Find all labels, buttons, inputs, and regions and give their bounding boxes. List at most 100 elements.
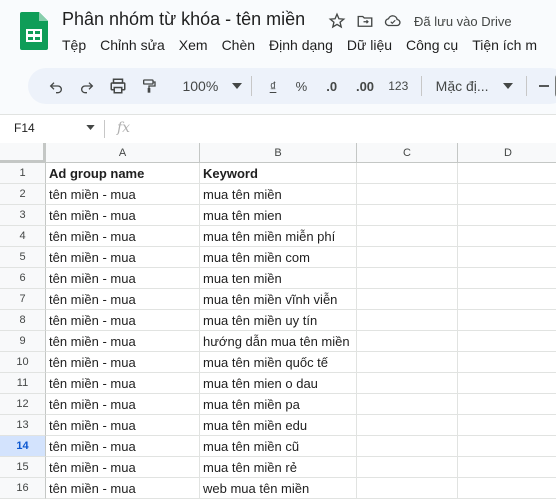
cell-c[interactable] — [357, 184, 458, 205]
row-header[interactable]: 13 — [0, 415, 46, 436]
cell-b[interactable]: mua tên miền uy tín — [200, 310, 357, 331]
cell-d[interactable] — [458, 394, 556, 415]
column-header-b[interactable]: B — [200, 143, 357, 163]
cell-b[interactable]: web mua tên miền — [200, 478, 357, 499]
cell-c[interactable] — [357, 226, 458, 247]
cell-a[interactable]: tên miền - mua — [46, 205, 200, 226]
zoom-dropdown-icon[interactable] — [228, 72, 246, 100]
menu-item-insert[interactable]: Chèn — [222, 37, 262, 53]
undo-icon[interactable] — [42, 72, 71, 100]
row-header[interactable]: 11 — [0, 373, 46, 394]
cell-a[interactable]: Ad group name — [46, 163, 200, 184]
cell-a[interactable]: tên miền - mua — [46, 331, 200, 352]
column-header-d[interactable]: D — [458, 143, 556, 163]
cell-b[interactable]: mua tên miền vĩnh viễn — [200, 289, 357, 310]
menu-item-tools[interactable]: Công cụ — [406, 37, 465, 53]
menu-item-data[interactable]: Dữ liệu — [347, 37, 399, 53]
cell-a[interactable]: tên miền - mua — [46, 289, 200, 310]
cell-d[interactable] — [458, 352, 556, 373]
menu-item-view[interactable]: Xem — [179, 37, 215, 53]
cell-c[interactable] — [357, 268, 458, 289]
cell-b[interactable]: mua tên miền — [200, 184, 357, 205]
cell-d[interactable] — [458, 415, 556, 436]
name-box[interactable]: F14 — [14, 121, 35, 135]
cell-b[interactable]: mua ten miền — [200, 268, 357, 289]
cell-a[interactable]: tên miền - mua — [46, 310, 200, 331]
currency-format-button[interactable]: ₫ — [258, 72, 287, 100]
cell-b[interactable]: mua tên miền miễn phí — [200, 226, 357, 247]
cell-c[interactable] — [357, 310, 458, 331]
cell-b[interactable]: mua tên miền rẻ — [200, 457, 357, 478]
cell-a[interactable]: tên miền - mua — [46, 394, 200, 415]
menu-item-format[interactable]: Định dạng — [269, 37, 340, 53]
cell-d[interactable] — [458, 478, 556, 499]
cell-d[interactable] — [458, 184, 556, 205]
row-header[interactable]: 3 — [0, 205, 46, 226]
cell-c[interactable] — [357, 436, 458, 457]
cell-d[interactable] — [458, 457, 556, 478]
cell-b[interactable]: mua tên mien — [200, 205, 357, 226]
cell-c[interactable] — [357, 415, 458, 436]
cell-d[interactable] — [458, 226, 556, 247]
cell-b[interactable]: Keyword — [200, 163, 357, 184]
cell-a[interactable]: tên miền - mua — [46, 247, 200, 268]
cell-a[interactable]: tên miền - mua — [46, 184, 200, 205]
percent-format-button[interactable]: % — [288, 72, 315, 100]
select-all-corner[interactable] — [0, 143, 46, 163]
cell-c[interactable] — [357, 163, 458, 184]
increase-decimal-button[interactable]: .00 — [348, 72, 381, 100]
cell-c[interactable] — [357, 247, 458, 268]
cell-c[interactable] — [357, 352, 458, 373]
spreadsheet-grid[interactable]: A B C D 1 Ad group name Keyword 2 tên miền -… — [0, 143, 556, 501]
column-header-c[interactable]: C — [357, 143, 458, 163]
cell-d[interactable] — [458, 331, 556, 352]
row-header[interactable]: 6 — [0, 268, 46, 289]
document-title[interactable]: Phân nhóm từ khóa - tên miền — [62, 9, 305, 30]
move-folder-icon[interactable] — [356, 12, 374, 30]
cell-c[interactable] — [357, 373, 458, 394]
row-header[interactable]: 5 — [0, 247, 46, 268]
cell-b[interactable]: mua tên miền quốc tế — [200, 352, 357, 373]
number-format-button[interactable]: 123 — [382, 72, 415, 100]
menu-item-file[interactable]: Tệp — [62, 37, 93, 53]
cell-a[interactable]: tên miền - mua — [46, 436, 200, 457]
zoom-select[interactable]: 100% — [165, 72, 228, 100]
cell-d[interactable] — [458, 268, 556, 289]
cell-c[interactable] — [357, 394, 458, 415]
menu-item-edit[interactable]: Chỉnh sửa — [100, 37, 172, 53]
menu-item-extensions[interactable]: Tiện ích m — [472, 37, 544, 53]
cloud-saved-icon[interactable] — [384, 12, 402, 30]
row-header[interactable]: 1 — [0, 163, 46, 184]
star-icon[interactable] — [328, 12, 346, 30]
cell-b[interactable]: mua tên miền pa — [200, 394, 357, 415]
column-header-a[interactable]: A — [46, 143, 200, 163]
cell-a[interactable]: tên miền - mua — [46, 352, 200, 373]
row-header[interactable]: 12 — [0, 394, 46, 415]
cell-c[interactable] — [357, 205, 458, 226]
cell-d[interactable] — [458, 163, 556, 184]
cell-d[interactable] — [458, 289, 556, 310]
cell-a[interactable]: tên miền - mua — [46, 415, 200, 436]
cell-d[interactable] — [458, 436, 556, 457]
sheets-logo-icon[interactable] — [20, 12, 48, 50]
cell-d[interactable] — [458, 205, 556, 226]
cell-a[interactable]: tên miền - mua — [46, 373, 200, 394]
cell-d[interactable] — [458, 310, 556, 331]
cell-b[interactable]: mua tên miền cũ — [200, 436, 357, 457]
row-header[interactable]: 14 — [0, 436, 46, 457]
cell-d[interactable] — [458, 373, 556, 394]
cell-a[interactable]: tên miền - mua — [46, 268, 200, 289]
row-header[interactable]: 8 — [0, 310, 46, 331]
cell-a[interactable]: tên miền - mua — [46, 478, 200, 499]
cell-b[interactable]: hướng dẫn mua tên miền — [200, 331, 357, 352]
cell-b[interactable]: mua tên miền com — [200, 247, 357, 268]
paint-format-icon[interactable] — [134, 72, 165, 100]
cell-c[interactable] — [357, 289, 458, 310]
cell-c[interactable] — [357, 331, 458, 352]
decrease-font-size-icon[interactable] — [533, 72, 555, 100]
cell-a[interactable]: tên miền - mua — [46, 457, 200, 478]
row-header[interactable]: 4 — [0, 226, 46, 247]
cell-a[interactable]: tên miền - mua — [46, 226, 200, 247]
print-icon[interactable] — [102, 72, 133, 100]
name-box-dropdown-icon[interactable] — [86, 125, 95, 130]
